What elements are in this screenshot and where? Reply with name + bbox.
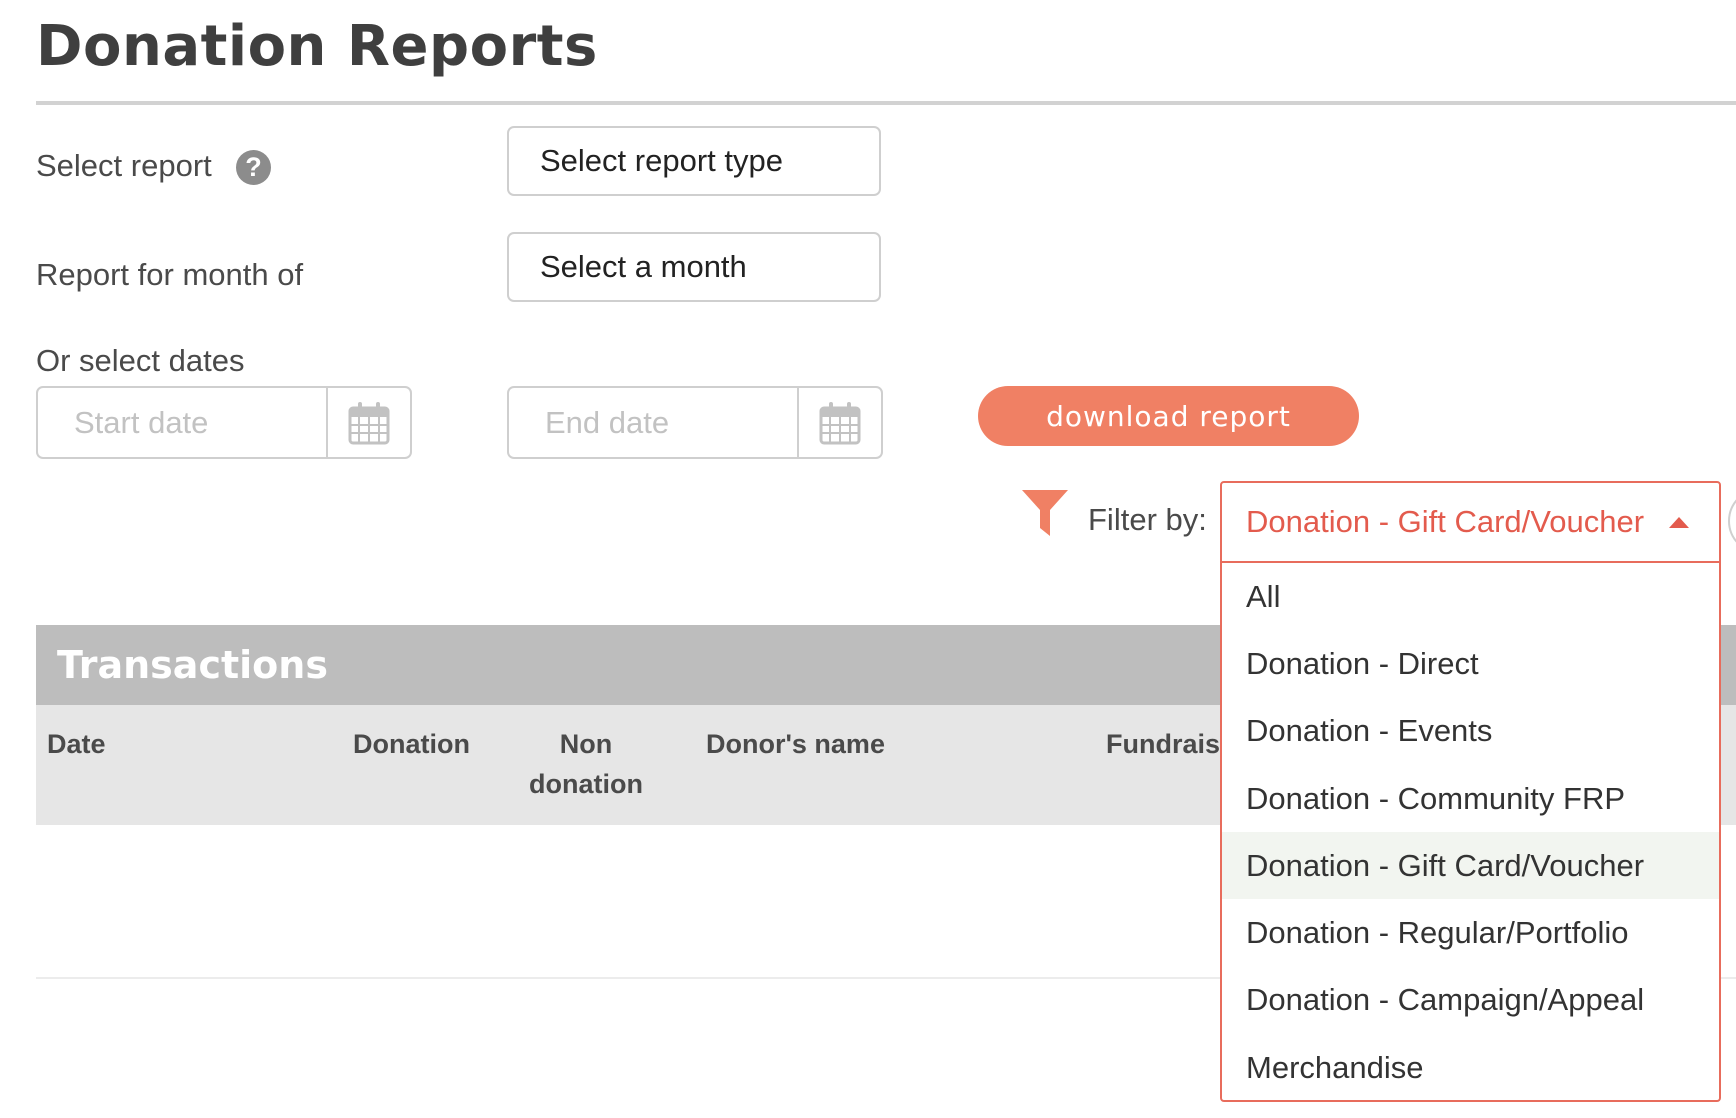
title-divider — [36, 101, 1736, 105]
column-fundraiser: Fundrais — [1106, 729, 1221, 759]
calendar-icon — [819, 401, 861, 444]
filter-option-gift-card-voucher[interactable]: Donation - Gift Card/Voucher — [1222, 832, 1719, 900]
end-date-input[interactable] — [509, 388, 797, 457]
filter-option-campaign-appeal[interactable]: Donation - Campaign/Appeal — [1222, 967, 1719, 1034]
filter-option-direct[interactable]: Donation - Direct — [1222, 630, 1719, 697]
dates-label: Or select dates — [36, 343, 245, 378]
select-report-label: Select report — [36, 148, 212, 183]
filter-label: Filter by: — [1088, 502, 1207, 537]
filter-option-regular-portfolio[interactable]: Donation - Regular/Portfolio — [1222, 899, 1719, 966]
column-date: Date — [47, 729, 106, 759]
start-date-input[interactable] — [38, 388, 326, 457]
start-date-field — [36, 386, 412, 459]
filter-selected-value: Donation - Gift Card/Voucher — [1246, 504, 1645, 539]
column-non-donation: Non donation — [529, 729, 643, 799]
month-label: Report for month of — [36, 257, 304, 292]
help-icon[interactable]: ? — [236, 150, 271, 185]
month-value: Select a month — [540, 249, 747, 284]
filter-select[interactable]: Donation - Gift Card/Voucher — [1222, 483, 1719, 563]
download-report-button[interactable]: download report — [978, 386, 1359, 446]
start-date-calendar-button[interactable] — [326, 388, 410, 457]
filter-options: All Donation - Direct Donation - Events … — [1222, 563, 1719, 1101]
filter-option-all[interactable]: All — [1222, 563, 1719, 630]
column-donation: Donation — [353, 729, 470, 759]
funnel-icon — [1022, 490, 1068, 536]
report-type-value: Select report type — [540, 143, 783, 178]
caret-up-icon — [1669, 516, 1689, 528]
column-donor-name: Donor's name — [706, 729, 885, 759]
report-type-select[interactable]: Select report type — [507, 126, 881, 196]
month-select[interactable]: Select a month — [507, 232, 881, 302]
page-title: Donation Reports — [36, 14, 598, 79]
filter-option-community-frp[interactable]: Donation - Community FRP — [1222, 765, 1719, 832]
partial-round-button[interactable] — [1728, 488, 1736, 554]
transactions-title: Transactions — [57, 643, 328, 687]
filter-option-events[interactable]: Donation - Events — [1222, 698, 1719, 765]
filter-dropdown: Donation - Gift Card/Voucher All Donatio… — [1220, 481, 1721, 1102]
end-date-field — [507, 386, 883, 459]
end-date-calendar-button[interactable] — [797, 388, 881, 457]
filter-option-merchandise[interactable]: Merchandise — [1222, 1034, 1719, 1101]
calendar-icon — [348, 401, 390, 444]
